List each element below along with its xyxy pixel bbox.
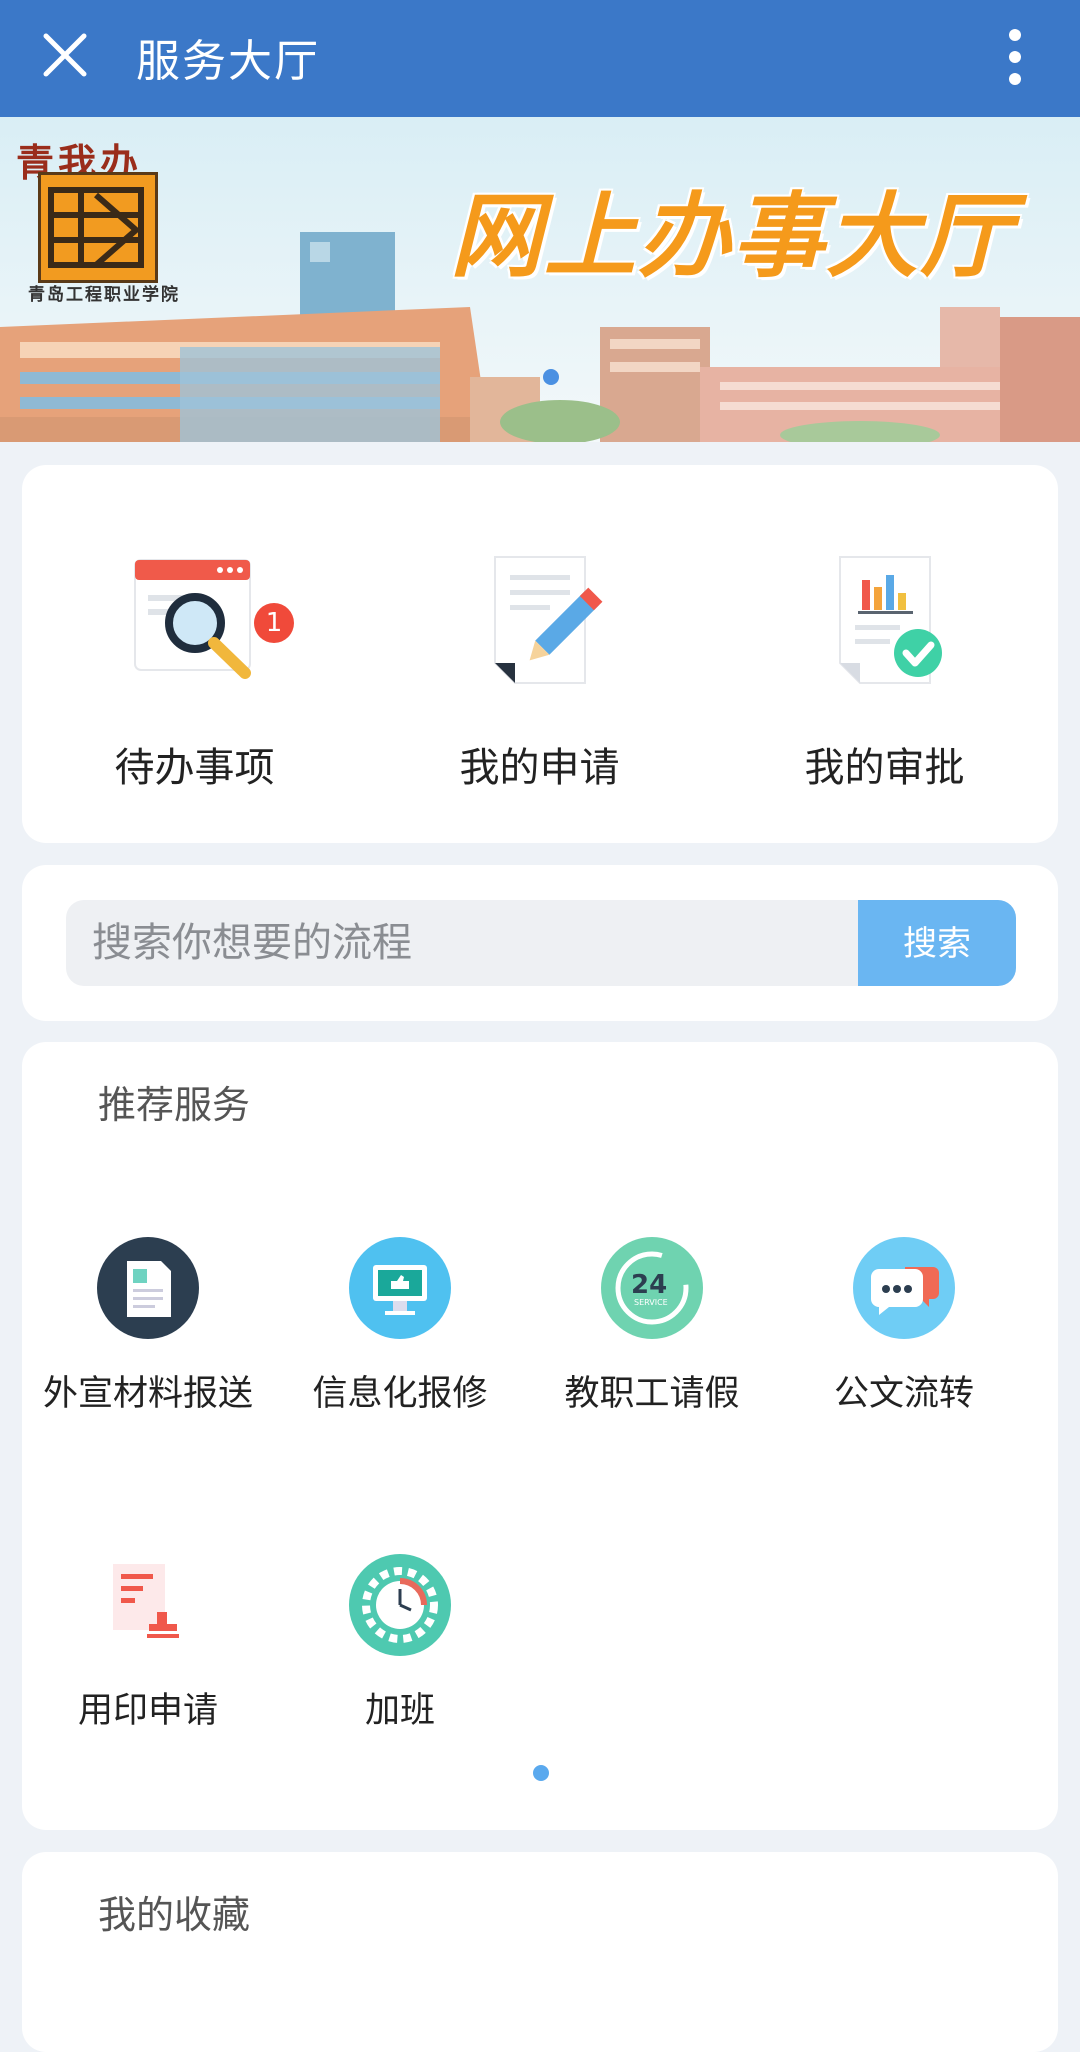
service-label: 用印申请 (77, 1691, 218, 1731)
service-item-it-repair[interactable]: 信息化报修 (274, 1237, 526, 1416)
section-title: 推荐服务 (98, 1083, 251, 1127)
logo-emblem (38, 172, 158, 283)
services-pager-dot[interactable] (533, 1765, 549, 1781)
document-icon (97, 1237, 199, 1339)
service-item-seal-application[interactable]: 用印申请 (22, 1554, 274, 1733)
close-icon[interactable] (40, 30, 90, 80)
search-button[interactable]: 搜索 (858, 900, 1016, 986)
search-input[interactable] (66, 900, 856, 986)
service-label: 加班 (364, 1691, 435, 1731)
service-item-staff-leave[interactable]: 24 SERVICE 教职工请假 (526, 1237, 778, 1416)
svg-text:SERVICE: SERVICE (634, 1298, 668, 1307)
service-label: 信息化报修 (312, 1374, 488, 1414)
todo-search-icon (133, 559, 251, 679)
banner-title: 网上办事大厅 (450, 183, 1015, 290)
logo-icon (48, 187, 144, 268)
service-item-document-flow[interactable]: 公文流转 (778, 1237, 1030, 1416)
quick-action-todo[interactable]: 1 待办事项 (22, 545, 367, 793)
service-item-publicity-materials[interactable]: 外宣材料报送 (22, 1237, 274, 1416)
logo-caption: 青岛工程职业学院 (28, 285, 180, 305)
24h-service-icon: 24 SERVICE (601, 1237, 703, 1339)
quick-actions-card: 1 待办事项 我的申请 我的审批 (22, 465, 1058, 843)
page-title: 服务大厅 (136, 36, 320, 87)
seal-stamp-icon (113, 1564, 179, 1638)
service-label: 教职工请假 (564, 1374, 740, 1414)
clock-gear-icon (349, 1554, 451, 1656)
quick-action-label: 我的申请 (459, 745, 620, 791)
quick-action-my-approvals[interactable]: 我的审批 (712, 545, 1057, 793)
search-bar: 搜索 (66, 900, 1016, 986)
top-bar: 服务大厅 (0, 0, 1080, 117)
quick-action-label: 我的审批 (804, 745, 965, 791)
chat-bubbles-icon (853, 1237, 955, 1339)
svg-text:24: 24 (631, 1270, 667, 1300)
service-item-overtime[interactable]: 加班 (274, 1554, 526, 1733)
more-vertical-icon[interactable] (1000, 28, 1030, 86)
application-edit-icon (493, 556, 602, 684)
approval-check-icon (838, 556, 942, 684)
monitor-repair-icon (349, 1237, 451, 1339)
quick-action-my-applications[interactable]: 我的申请 (367, 545, 712, 793)
recommended-services-card: 推荐服务 外宣材料报送 信息化报修 24 SERVICE 教职工请假 公文流转 … (22, 1042, 1058, 1830)
section-title: 我的收藏 (98, 1893, 251, 1937)
banner-pager-dot (543, 369, 559, 385)
service-label: 公文流转 (833, 1374, 974, 1414)
favorites-card: 我的收藏 (22, 1852, 1058, 2052)
quick-action-label: 待办事项 (114, 745, 275, 791)
search-card: 搜索 (22, 865, 1058, 1021)
service-label: 外宣材料报送 (42, 1374, 253, 1414)
todo-count-badge: 1 (254, 603, 294, 643)
banner[interactable]: 青我办 青岛工程职业学院 网上办事大厅 (0, 117, 1080, 442)
